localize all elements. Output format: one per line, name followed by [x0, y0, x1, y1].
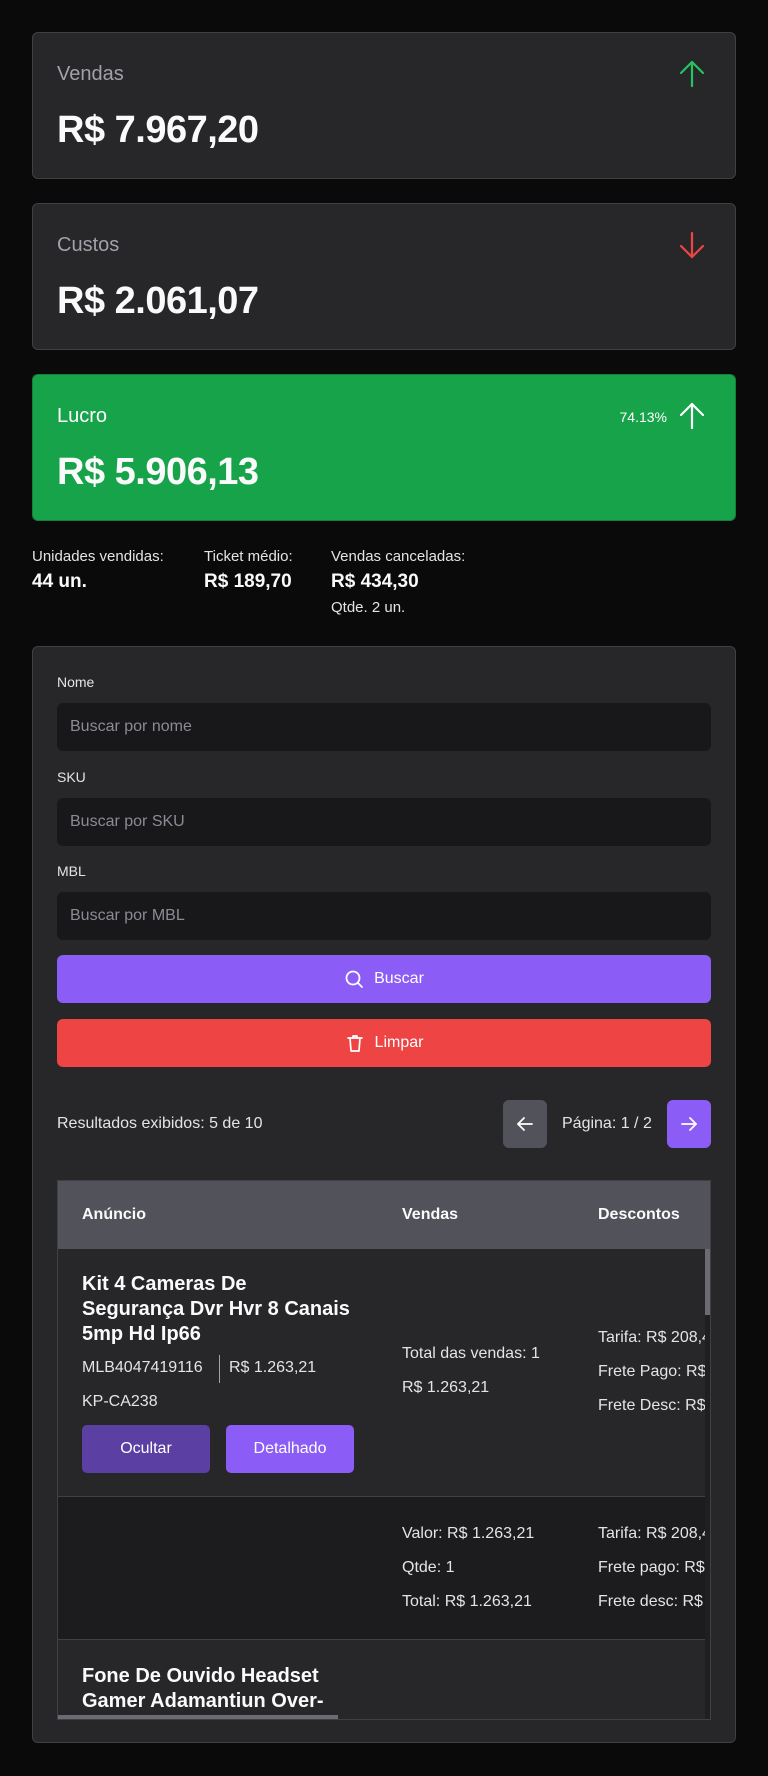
arrow-right-icon: [681, 1117, 697, 1131]
custos-card: Custos R$ 2.061,07: [32, 203, 736, 350]
vendas-value: R$ 7.967,20: [57, 109, 259, 151]
lucro-card: Lucro R$ 5.906,13 74.13%: [32, 374, 736, 521]
product-price: R$ 1.263,21: [229, 1359, 317, 1376]
filter-panel: Nome SKU MBL Buscar Limpar Resultados ex…: [32, 646, 736, 1743]
table-row-detail: Valor: R$ 1.263,21 Qtde: 1 Total: R$ 1.2…: [58, 1497, 711, 1640]
canceladas-label: Vendas canceladas:: [331, 548, 466, 565]
limpar-label: Limpar: [374, 1034, 424, 1051]
lucro-value: R$ 5.906,13: [57, 451, 259, 493]
desconto-frete-desc: Frete Desc: R$: [598, 1397, 706, 1414]
ocultar-button[interactable]: Ocultar: [82, 1425, 210, 1473]
limpar-button[interactable]: Limpar: [57, 1019, 711, 1067]
ticket-medio: Ticket médio: R$ 189,70: [204, 548, 293, 593]
sku-input[interactable]: [57, 798, 711, 846]
table-header: Anúncio Vendas Descontos: [58, 1181, 710, 1249]
arrow-left-icon: [517, 1117, 533, 1131]
unidades-label: Unidades vendidas:: [32, 548, 164, 565]
detail-valor: Valor: R$ 1.263,21: [402, 1525, 535, 1542]
next-page-button[interactable]: [667, 1100, 711, 1148]
ticket-label: Ticket médio:: [204, 548, 293, 565]
arrow-down-icon: [679, 231, 705, 259]
unidades-vendidas: Unidades vendidas: 44 un.: [32, 548, 164, 593]
column-descontos: Descontos: [598, 1206, 680, 1223]
desconto-frete-pago: Frete Pago: R$: [598, 1363, 707, 1380]
product-title: Fone De Ouvido Headset Gamer Adamantiun …: [82, 1665, 324, 1719]
detail-total: Total: R$ 1.263,21: [402, 1593, 532, 1610]
detail-frete-pago: Frete pago: R$: [598, 1559, 705, 1576]
search-icon: [345, 970, 363, 988]
vertical-scrollbar[interactable]: [705, 1249, 710, 1719]
ticket-value: R$ 189,70: [204, 571, 292, 592]
nome-input[interactable]: [57, 703, 711, 751]
detail-qtde: Qtde: 1: [402, 1559, 455, 1576]
nome-label: Nome: [57, 674, 95, 690]
detalhado-button[interactable]: Detalhado: [226, 1425, 354, 1473]
canceladas-value: R$ 434,30: [331, 571, 419, 592]
trash-icon: [346, 1035, 363, 1052]
product-sku: KP-CA238: [82, 1393, 158, 1410]
results-count: Resultados exibidos: 5 de 10: [57, 1115, 263, 1132]
product-title: Kit 4 Cameras De Segurança Dvr Hvr 8 Can…: [82, 1273, 350, 1345]
arrow-up-icon: [679, 60, 705, 88]
custos-value: R$ 2.061,07: [57, 280, 259, 322]
column-vendas: Vendas: [402, 1206, 459, 1223]
canceladas-qtde: Qtde. 2 un.: [331, 599, 406, 616]
mbl-label: MBL: [57, 863, 86, 879]
arrow-up-icon: [679, 402, 705, 430]
lucro-percent: 74.13%: [619, 409, 667, 425]
previous-page-button[interactable]: [503, 1100, 547, 1148]
column-anuncio: Anúncio: [82, 1206, 146, 1223]
desconto-tarifa: Tarifa: R$ 208,4: [598, 1329, 711, 1346]
vertical-scrollbar-thumb[interactable]: [705, 1249, 710, 1315]
detail-frete-desc: Frete desc: R$ 1: [598, 1593, 711, 1610]
vendas-card: Vendas R$ 7.967,20: [32, 32, 736, 179]
page-indicator: Página: 1 / 2: [562, 1115, 652, 1132]
vendas-label: Vendas: [57, 63, 124, 85]
vendas-canceladas: Vendas canceladas: R$ 434,30 Qtde. 2 un.: [331, 548, 465, 616]
vendas-valor: R$ 1.263,21: [402, 1379, 490, 1396]
detail-tarifa: Tarifa: R$ 208,4: [598, 1525, 711, 1542]
custos-label: Custos: [57, 234, 120, 256]
product-mlb: MLB4047419116: [82, 1359, 203, 1376]
divider: [219, 1355, 220, 1383]
sku-label: SKU: [57, 769, 86, 785]
unidades-value: 44 un.: [32, 571, 87, 592]
results-table[interactable]: Anúncio Vendas Descontos Kit 4 Cameras D…: [57, 1180, 711, 1720]
table-row: Fone De Ouvido Headset Gamer Adamantiun …: [58, 1640, 710, 1719]
table-row: Kit 4 Cameras De Segurança Dvr Hvr 8 Can…: [58, 1249, 711, 1497]
total-vendas: Total das vendas: 1: [402, 1345, 540, 1362]
buscar-button[interactable]: Buscar: [57, 955, 711, 1003]
buscar-label: Buscar: [374, 970, 424, 987]
lucro-label: Lucro: [57, 405, 108, 427]
mbl-input[interactable]: [57, 892, 711, 940]
horizontal-scrollbar-thumb[interactable]: [58, 1715, 338, 1719]
